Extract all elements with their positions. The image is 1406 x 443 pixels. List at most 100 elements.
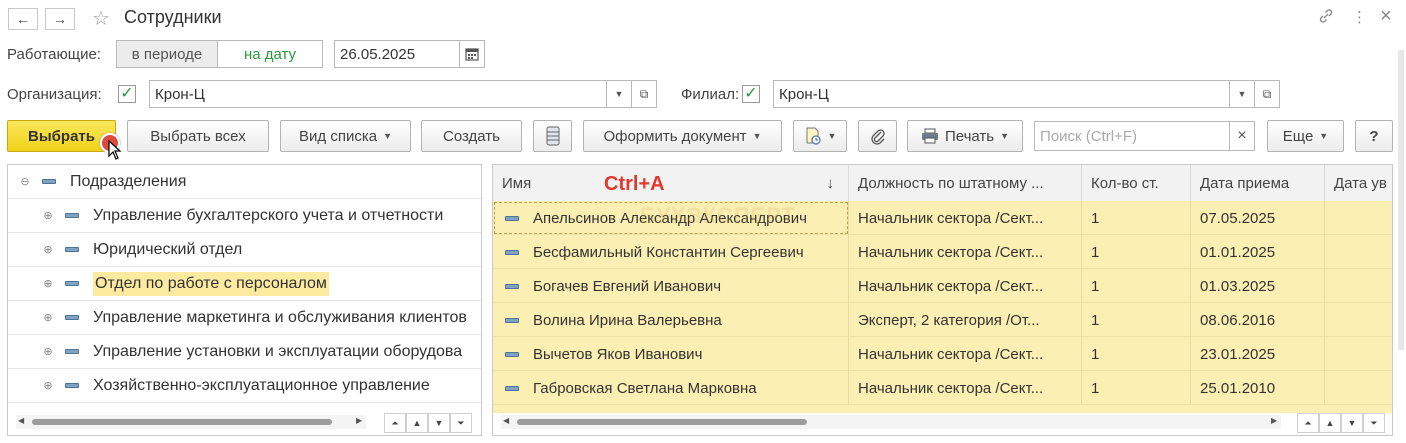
scrollbar-thumb[interactable]: [32, 419, 332, 425]
list-view-button[interactable]: Вид списка ▼: [280, 120, 411, 152]
horizontal-scrollbar[interactable]: ◀ ▶: [16, 415, 366, 429]
group-icon: [65, 349, 79, 354]
table-row[interactable]: Волина Ирина Валерьевна Эксперт, 2 катег…: [493, 303, 1392, 337]
forward-button[interactable]: →: [45, 8, 75, 30]
column-header-hire-date[interactable]: Дата приема: [1191, 165, 1325, 201]
tree-item[interactable]: ⊕ Управление маркетинга и обслуживания кл…: [8, 301, 481, 335]
tree-item-selected[interactable]: ⊕ Отдел по работе с персоналом: [8, 267, 481, 301]
more-button[interactable]: Еще ▼: [1267, 120, 1344, 152]
table-row[interactable]: Габровская Светлана Марковна Начальник с…: [493, 371, 1392, 405]
tree-item[interactable]: ⊕ Хозяйственно-эксплуатационное управлени…: [8, 369, 481, 403]
organization-input[interactable]: Крон-Ц: [149, 80, 607, 108]
last-icon: ⏷: [457, 417, 465, 428]
organization-dropdown-button[interactable]: ▼: [606, 80, 632, 108]
on-date-toggle[interactable]: на дату: [217, 40, 323, 68]
close-icon[interactable]: ×: [1380, 5, 1392, 28]
scroll-right-icon[interactable]: ▶: [356, 416, 362, 425]
tree-item[interactable]: ⊕ Управление установки и эксплуатации обо…: [8, 335, 481, 369]
scrollbar-thumb[interactable]: [517, 419, 807, 425]
scroll-top-button[interactable]: ⏶: [1297, 413, 1319, 433]
scroll-right-icon[interactable]: ▶: [1271, 416, 1277, 425]
cell-hire-date: 23.01.2025: [1191, 337, 1325, 371]
window-scrollbar[interactable]: [1398, 50, 1404, 350]
cell-name: Волина Ирина Валерьевна: [493, 303, 849, 337]
cell-rates: 1: [1082, 235, 1191, 269]
report-button[interactable]: ▼: [793, 120, 847, 152]
scroll-left-icon[interactable]: ◀: [18, 416, 24, 425]
cell-hire-date: 01.01.2025: [1191, 235, 1325, 269]
tree-root[interactable]: ⊖ Подразделения: [8, 165, 481, 199]
page-title: Сотрудники: [124, 7, 222, 27]
scroll-top-button[interactable]: ⏶: [384, 413, 406, 433]
cell-position: Начальник сектора /Сект...: [849, 371, 1082, 405]
down-icon: ▼: [1347, 418, 1357, 428]
scroll-left-icon[interactable]: ◀: [503, 416, 509, 425]
expand-icon[interactable]: ⊕: [43, 277, 53, 290]
organization-checkbox[interactable]: ✓: [118, 85, 136, 103]
back-button[interactable]: ←: [8, 8, 38, 30]
list-view-label: Вид списка: [299, 127, 378, 145]
link-icon[interactable]: [1318, 8, 1334, 28]
table-row[interactable]: Богачев Евгений Иванович Начальник секто…: [493, 269, 1392, 303]
in-period-toggle[interactable]: в периоде: [116, 40, 218, 68]
column-header-rates[interactable]: Кол-во ст.: [1082, 165, 1191, 201]
paperclip-icon: [870, 129, 885, 145]
column-header-position[interactable]: Должность по штатному ...: [849, 165, 1082, 201]
expand-icon[interactable]: ⊕: [43, 311, 53, 324]
create-button[interactable]: Создать: [421, 120, 522, 152]
cell-position: Начальник сектора /Сект...: [849, 201, 1082, 235]
scroll-up-button[interactable]: ▲: [1319, 413, 1341, 433]
select-all-button[interactable]: Выбрать всех: [127, 120, 269, 152]
scroll-up-button[interactable]: ▲: [406, 413, 428, 433]
table-row[interactable]: Апельсинов Александр Александрович Начал…: [493, 201, 1392, 235]
select-button[interactable]: Выбрать: [7, 120, 116, 152]
tree-item[interactable]: ⊕ Управление бухгалтерского учета и отчет…: [8, 199, 481, 233]
help-button[interactable]: ?: [1355, 120, 1393, 152]
horizontal-scrollbar[interactable]: ◀ ▶: [501, 415, 1281, 429]
column-header-dismissal-date[interactable]: Дата ув: [1325, 165, 1392, 201]
expand-icon[interactable]: ⊕: [43, 345, 53, 358]
arrow-left-icon: ←: [16, 11, 30, 27]
expand-icon[interactable]: ⊕: [43, 209, 53, 222]
branch-input[interactable]: Крон-Ц: [773, 80, 1230, 108]
open-window-icon: ⧉: [639, 86, 649, 101]
favorite-star-icon[interactable]: ☆: [92, 6, 110, 31]
print-button[interactable]: Печать ▼: [907, 120, 1023, 152]
column-header-name[interactable]: Имя ↓: [493, 165, 849, 201]
branch-dropdown-button[interactable]: ▼: [1229, 80, 1255, 108]
calendar-button[interactable]: [459, 40, 485, 68]
cell-rates: 1: [1082, 201, 1191, 235]
cell-rates: 1: [1082, 337, 1191, 371]
date-input[interactable]: 26.05.2025: [334, 40, 460, 68]
table-row[interactable]: Бесфамильный Константин Сергеевич Началь…: [493, 235, 1392, 269]
branch-label: Филиал:: [681, 86, 740, 103]
expand-icon[interactable]: ⊕: [43, 379, 53, 392]
caret-down-icon: ▼: [1319, 131, 1329, 141]
table-row[interactable]: Вычетов Яков Иванович Начальник сектора …: [493, 337, 1392, 371]
caret-down-icon: ▼: [827, 131, 837, 141]
cell-position: Начальник сектора /Сект...: [849, 235, 1082, 269]
cell-name: Бесфамильный Константин Сергеевич: [493, 235, 849, 269]
make-document-button[interactable]: Оформить документ ▼: [583, 120, 782, 152]
group-icon: [65, 247, 79, 252]
employee-icon: [505, 385, 519, 391]
scroll-down-button[interactable]: ▼: [1341, 413, 1363, 433]
scroll-down-button[interactable]: ▼: [428, 413, 450, 433]
scroll-bottom-button[interactable]: ⏷: [450, 413, 472, 433]
more-icon[interactable]: ⋮: [1352, 8, 1367, 26]
expand-icon[interactable]: ⊕: [43, 243, 53, 256]
cell-name: Габровская Светлана Марковна: [493, 371, 849, 405]
scroll-bottom-button[interactable]: ⏷: [1363, 413, 1385, 433]
employee-icon: [505, 317, 519, 323]
list-settings-button[interactable]: [533, 120, 572, 152]
branch-checkbox[interactable]: ✓: [742, 85, 760, 103]
search-input[interactable]: Поиск (Ctrl+F): [1034, 121, 1230, 151]
caret-down-icon: ▼: [1000, 131, 1010, 141]
branch-open-button[interactable]: ⧉: [1254, 80, 1280, 108]
organization-open-button[interactable]: ⧉: [631, 80, 657, 108]
clear-search-button[interactable]: ×: [1229, 121, 1255, 151]
attach-button[interactable]: [858, 120, 897, 152]
tree-item[interactable]: ⊕ Юридический отдел: [8, 233, 481, 267]
collapse-icon[interactable]: ⊖: [20, 175, 30, 188]
arrow-right-icon: →: [53, 11, 67, 27]
